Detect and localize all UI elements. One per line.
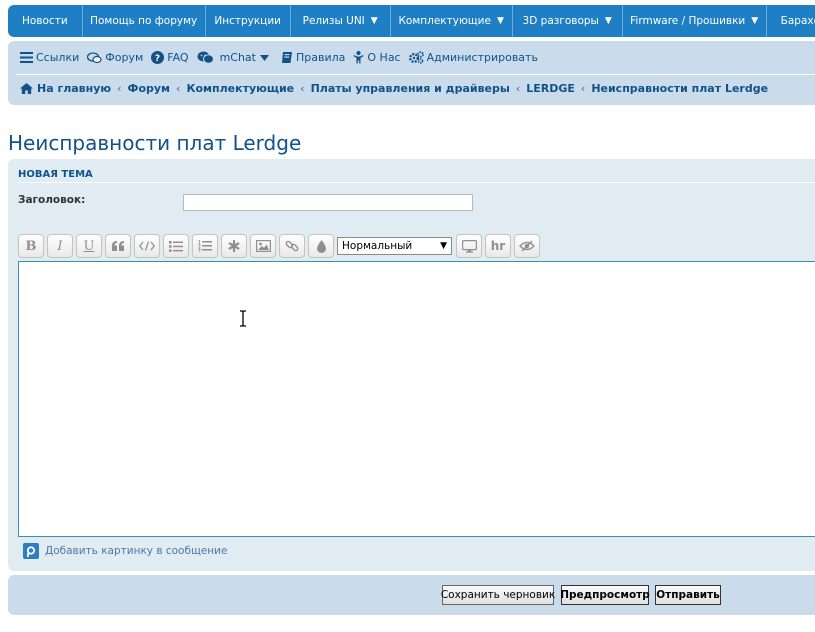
- nav-instructions[interactable]: Инструкции: [206, 5, 291, 37]
- quicklink-about[interactable]: О Нас: [353, 51, 401, 64]
- add-image-link[interactable]: Добавить картинку в сообщение: [23, 543, 227, 559]
- subject-label: Заголовок:: [18, 194, 86, 206]
- quote-button[interactable]: [105, 234, 131, 258]
- ordered-list-button[interactable]: 123: [192, 234, 218, 258]
- image-icon: [255, 240, 271, 252]
- quote-icon: [111, 241, 124, 251]
- list-icon: [169, 240, 183, 252]
- preview-button[interactable]: Предпросмотр: [560, 585, 650, 605]
- breadcrumb-separator: ‹: [117, 82, 122, 95]
- breadcrumb-control-boards[interactable]: Платы управления и драйверы: [311, 82, 510, 95]
- quicklink-admin[interactable]: Администрировать: [408, 51, 538, 64]
- chevron-down-icon: ▼: [440, 241, 447, 251]
- nav-forum-help[interactable]: Помощь по форуму: [83, 5, 206, 37]
- asterisk-icon: [228, 240, 240, 252]
- page-title[interactable]: Неисправности плат Lerdge: [8, 131, 301, 155]
- comments-icon: [87, 51, 102, 63]
- code-icon: [139, 241, 155, 251]
- desktop-icon: [461, 239, 477, 253]
- ordered-list-icon: 123: [198, 240, 212, 252]
- list-button[interactable]: [163, 234, 189, 258]
- color-button[interactable]: [308, 234, 334, 258]
- quicklink-links[interactable]: Ссылки: [20, 51, 79, 64]
- list-item-button[interactable]: [221, 234, 247, 258]
- section-divider: [18, 182, 815, 183]
- bold-button[interactable]: B: [18, 234, 44, 258]
- quick-links: Ссылки Форум ? FAQ mChat Правила О Нас А…: [20, 51, 546, 64]
- breadcrumb-forum[interactable]: Форум: [128, 82, 171, 95]
- nav-panel: Ссылки Форум ? FAQ mChat Правила О Нас А…: [8, 41, 815, 105]
- submit-panel: Сохранить черновик Предпросмотр Отправит…: [8, 575, 815, 615]
- cogs-icon: [408, 51, 424, 64]
- tint-icon: [316, 239, 326, 253]
- post-form-panel: НОВАЯ ТЕМА Заголовок: B I U 123 Нормальн…: [8, 159, 815, 571]
- editor-toolbar: B I U 123 Нормальный ▼ hr: [18, 234, 543, 258]
- code-button[interactable]: [134, 234, 160, 258]
- breadcrumb-current-topic[interactable]: Неисправности плат Lerdge: [591, 82, 768, 95]
- eye-slash-icon: [519, 240, 535, 252]
- font-size-select[interactable]: Нормальный ▼: [337, 237, 452, 255]
- svg-text:?: ?: [155, 54, 160, 64]
- question-circle-icon: ?: [151, 51, 165, 64]
- underline-button[interactable]: U: [76, 234, 102, 258]
- svg-text:3: 3: [198, 248, 201, 253]
- top-navbar: Новости Помощь по форуму Инструкции Рели…: [8, 5, 815, 37]
- chevron-down-icon: ▼: [370, 16, 378, 26]
- subject-input[interactable]: [183, 194, 473, 211]
- italic-button[interactable]: I: [47, 234, 73, 258]
- nav-3d-talks[interactable]: 3D разговоры ▼: [513, 5, 623, 37]
- caret-down-icon: [259, 54, 269, 61]
- breadcrumb-separator: ‹: [300, 82, 305, 95]
- breadcrumb: На главную ‹ Форум ‹ Комплектующие ‹ Пла…: [20, 82, 768, 95]
- breadcrumb-separator: ‹: [580, 82, 586, 95]
- message-textarea[interactable]: [18, 261, 815, 537]
- submit-button[interactable]: Отправить: [655, 585, 721, 605]
- breadcrumb-lerdge[interactable]: LERDGE: [526, 82, 575, 95]
- nav-uni-releases[interactable]: Релизы UNI ▼: [291, 5, 391, 37]
- image-upload-icon: [23, 543, 39, 559]
- breadcrumb-components[interactable]: Комплектующие: [186, 82, 294, 95]
- text-cursor-icon: [240, 310, 246, 327]
- home-icon: [20, 83, 33, 94]
- quicklink-rules[interactable]: Правила: [281, 51, 345, 64]
- nav-flea-market[interactable]: Барахо: [767, 5, 815, 37]
- link-button[interactable]: [279, 234, 305, 258]
- nav-components[interactable]: Комплектующие ▼: [391, 5, 513, 37]
- breadcrumb-separator: ‹: [176, 82, 181, 95]
- chevron-down-icon: ▼: [751, 16, 759, 26]
- menu-icon: [20, 52, 33, 63]
- breadcrumb-separator: ‹: [515, 82, 521, 95]
- image-button[interactable]: [250, 234, 276, 258]
- spoiler-button[interactable]: [514, 234, 540, 258]
- save-draft-button[interactable]: Сохранить черновик: [441, 585, 555, 605]
- book-icon: [281, 52, 292, 63]
- quicklink-faq[interactable]: ? FAQ: [151, 51, 189, 64]
- child-icon: [353, 51, 364, 64]
- wechat-icon: [197, 51, 214, 64]
- quicklink-mchat[interactable]: mChat: [197, 51, 269, 64]
- chevron-down-icon: ▼: [604, 16, 612, 26]
- nav-firmware[interactable]: Firmware / Прошивки ▼: [623, 5, 767, 37]
- link-icon: [285, 240, 299, 252]
- hr-button[interactable]: hr: [485, 234, 511, 258]
- chevron-down-icon: ▼: [496, 16, 504, 26]
- embed-button[interactable]: [456, 234, 482, 258]
- nav-news[interactable]: Новости: [8, 5, 83, 37]
- quicklink-forum[interactable]: Форум: [87, 51, 143, 64]
- section-heading: НОВАЯ ТЕМА: [18, 169, 93, 180]
- nav-divider: [16, 74, 815, 75]
- breadcrumb-home[interactable]: На главную: [37, 82, 111, 95]
